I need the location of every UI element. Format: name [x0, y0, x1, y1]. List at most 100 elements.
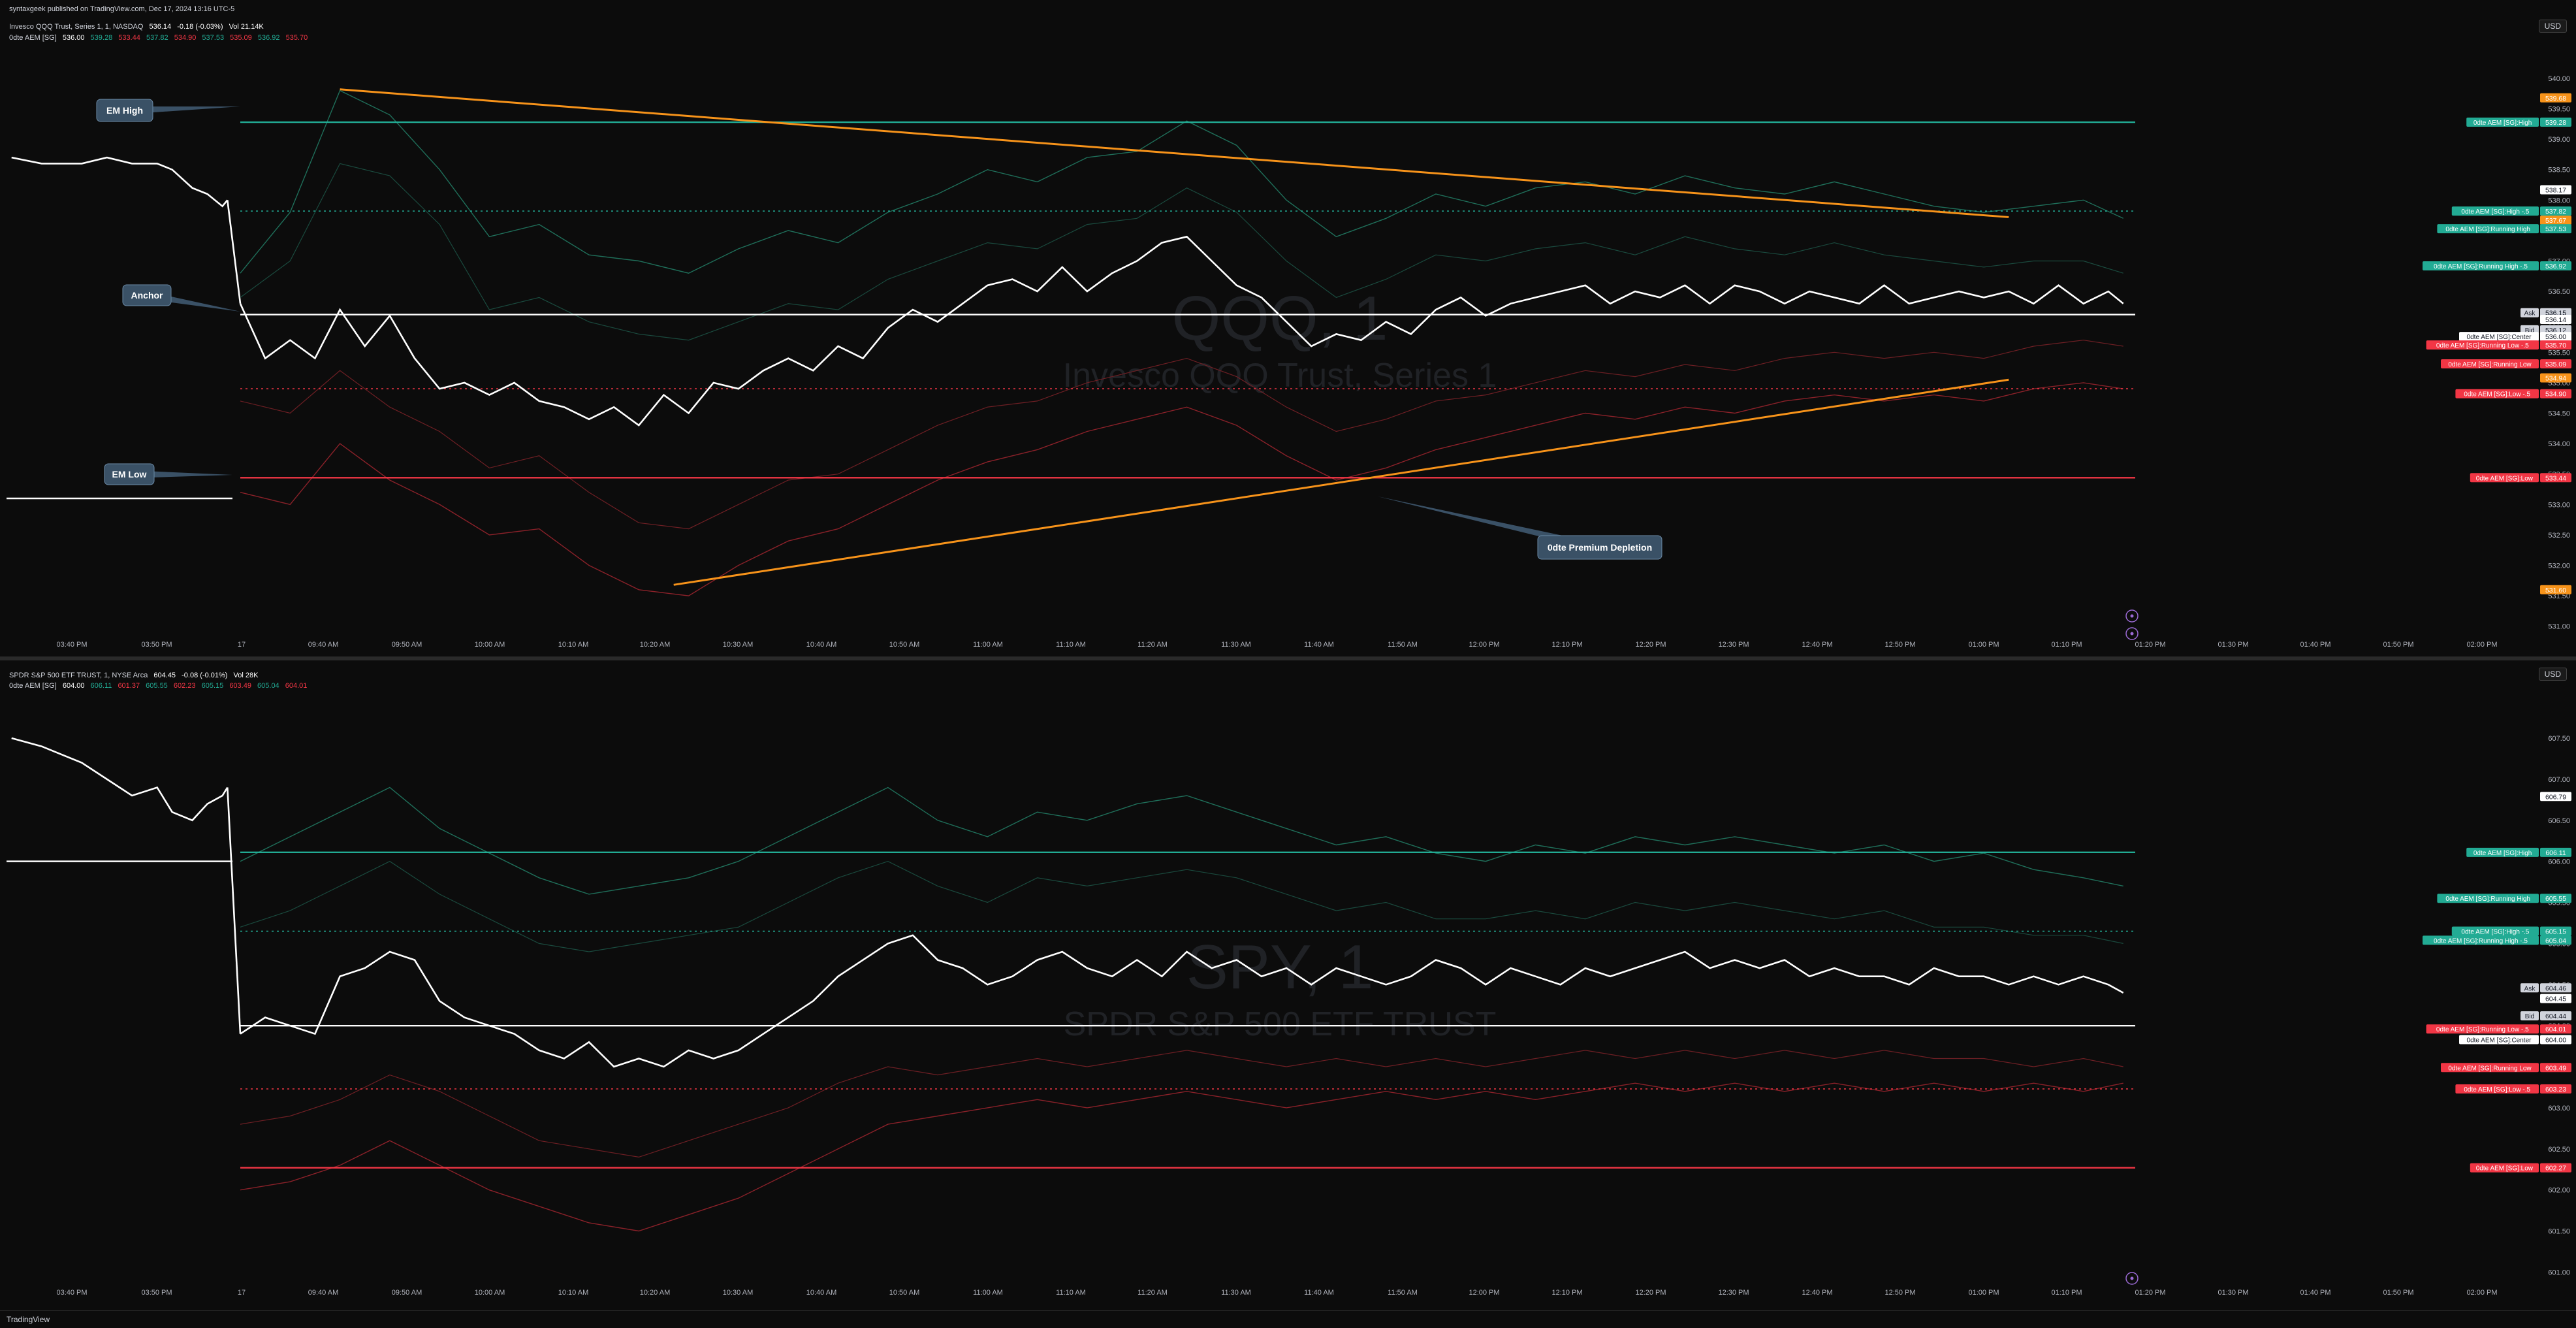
spy-x-tick: 01:20 PM	[2135, 1289, 2165, 1297]
qqq-x-tick: 02:00 PM	[2466, 641, 2497, 649]
qqq-x-tick: 11:20 AM	[1137, 641, 1168, 649]
qqq-x-tick: 01:00 PM	[1968, 641, 1999, 649]
spy-x-tick: 11:20 AM	[1137, 1289, 1168, 1297]
qqq-x-tick: 12:00 PM	[1469, 641, 1499, 649]
qqq-price-tag-value: 537.53	[2545, 225, 2566, 233]
charts-canvas[interactable]: QQQ, 1Invesco QQQ Trust, Series 1531.005…	[0, 0, 2576, 1327]
spy-x-tick: 10:20 AM	[640, 1289, 670, 1297]
spy-price-tag-value: 605.04	[2545, 937, 2566, 945]
qqq-y-tick: 538.00	[2548, 197, 2570, 204]
spy-x-tick: 11:40 AM	[1304, 1289, 1334, 1297]
qqq-series-price-prior	[11, 156, 229, 208]
spy-price-tag-label: 0dte AEM [SG]:High -.5	[2461, 929, 2529, 936]
qqq-x-tick: 10:00 AM	[475, 641, 505, 649]
spy-series-price	[240, 934, 2124, 1068]
qqq-y-tick: 531.00	[2548, 623, 2570, 631]
spy-price-tag-label: 0dte AEM [SG]:Running High -.5	[2434, 937, 2528, 945]
spy-x-tick: 12:30 PM	[1718, 1289, 1749, 1297]
qqq-price-tag-value: 535.09	[2545, 361, 2566, 368]
spy-series-running-high-half	[240, 860, 2123, 952]
spy-price-tag-value: 604.45	[2545, 996, 2566, 1003]
qqq-x-tick: 12:40 PM	[1802, 641, 1832, 649]
spy-price-tag-value: 604.46	[2545, 984, 2566, 992]
qqq-trendline-lower	[673, 378, 2009, 586]
spy-x-tick: 01:50 PM	[2383, 1289, 2413, 1297]
spy-x-tick: 09:40 AM	[308, 1289, 338, 1297]
spy-x-tick: 11:50 AM	[1388, 1289, 1418, 1297]
spy-x-tick: 12:10 PM	[1551, 1289, 1582, 1297]
qqq-x-tick: 01:40 PM	[2300, 641, 2330, 649]
spy-y-tick: 602.00	[2548, 1187, 2570, 1195]
spy-y-tick: 602.50	[2548, 1146, 2570, 1154]
qqq-price-tag-label: 0dte AEM [SG]:Running Low -.5	[2436, 342, 2529, 349]
spy-x-tick: 10:30 AM	[723, 1289, 753, 1297]
qqq-chart: QQQ, 1Invesco QQQ Trust, Series 1531.005…	[0, 75, 2576, 660]
qqq-x-tick: 10:30 AM	[723, 641, 753, 649]
qqq-price-tag-value: 538.17	[2545, 186, 2566, 194]
qqq-x-tick: 11:10 AM	[1056, 641, 1086, 649]
spy-y-tick: 606.00	[2548, 858, 2570, 866]
qqq-x-tick: 09:50 AM	[392, 641, 422, 649]
qqq-series-running-low	[240, 382, 2123, 596]
qqq-x-tick: 03:40 PM	[56, 641, 87, 649]
qqq-trendline-upper	[340, 88, 2009, 218]
spy-y-tick: 603.00	[2548, 1105, 2570, 1112]
spy-x-tick: 10:50 AM	[889, 1289, 919, 1297]
qqq-y-tick: 539.00	[2548, 136, 2570, 144]
spy-price-tag-value: 605.55	[2545, 895, 2566, 903]
qqq-x-tick: 09:40 AM	[308, 641, 338, 649]
spy-y-tick: 601.50	[2548, 1228, 2570, 1236]
spy-price-tag-value: 604.01	[2545, 1026, 2566, 1033]
qqq-price-tag-label: Ask	[2524, 310, 2536, 317]
qqq-series-running-high	[240, 89, 2123, 274]
qqq-y-tick: 539.50	[2548, 106, 2570, 114]
spy-price-tag-value: 602.27	[2545, 1165, 2566, 1173]
spy-x-tick: 12:20 PM	[1635, 1289, 1666, 1297]
qqq-price-tag-value: 535.70	[2545, 342, 2566, 349]
qqq-price-tag-value: 536.14	[2545, 316, 2566, 324]
spy-price-tag-label: Ask	[2524, 985, 2536, 992]
qqq-session-gap-line	[227, 200, 242, 304]
spy-price-tag-label: 0dte AEM [SG]:Running High	[2445, 896, 2530, 903]
spy-x-tick: 03:40 PM	[56, 1289, 87, 1297]
qqq-x-tick: 12:30 PM	[1718, 641, 1749, 649]
spy-x-tick: 10:00 AM	[475, 1289, 505, 1297]
spy-x-tick: 02:00 PM	[2466, 1289, 2497, 1297]
spy-x-tick: 11:30 AM	[1221, 1289, 1251, 1297]
spy-y-tick: 606.50	[2548, 817, 2570, 825]
qqq-x-tick: 03:50 PM	[141, 641, 172, 649]
qqq-y-tick: 532.00	[2548, 562, 2570, 570]
qqq-price-tag-label: 0dte AEM [SG]:Center	[2467, 334, 2532, 341]
qqq-y-tick: 540.00	[2548, 75, 2570, 83]
qqq-x-tick: 12:10 PM	[1551, 641, 1582, 649]
qqq-price-tag-value: 537.82	[2545, 208, 2566, 216]
spy-x-tick: 03:50 PM	[141, 1289, 172, 1297]
qqq-price-tag-value: 536.00	[2545, 333, 2566, 341]
spy-x-tick: 01:10 PM	[2051, 1289, 2082, 1297]
qqq-price-tag-value: 539.28	[2545, 119, 2566, 127]
qqq-price-tag-value: 536.92	[2545, 263, 2566, 270]
qqq-x-tick: 12:20 PM	[1635, 641, 1666, 649]
qqq-x-tick: 10:40 AM	[806, 641, 836, 649]
tradingview-brand: TradingView	[7, 1315, 50, 1324]
qqq-x-tick: 01:50 PM	[2383, 641, 2413, 649]
spy-price-tag-label: 0dte AEM [SG]:Low	[2476, 1165, 2534, 1173]
qqq-x-tick: 17	[238, 641, 246, 649]
spy-x-tick: 10:40 AM	[806, 1289, 836, 1297]
qqq-x-tick: 11:50 AM	[1388, 641, 1418, 649]
qqq-x-tick: 11:40 AM	[1304, 641, 1334, 649]
qqq-callout-text: EM Low	[112, 469, 147, 479]
spy-x-tick: 01:00 PM	[1968, 1289, 1999, 1297]
qqq-price-tag-value: 537.67	[2545, 217, 2566, 225]
qqq-x-tick: 01:30 PM	[2218, 641, 2248, 649]
spy-price-tag-label: 0dte AEM [SG]:High	[2473, 850, 2532, 857]
spy-price-tag-value: 606.11	[2545, 849, 2566, 857]
qqq-x-tick: 10:10 AM	[558, 641, 588, 649]
qqq-watermark-symbol: QQQ, 1	[1172, 283, 1388, 353]
spy-y-tick: 607.50	[2548, 735, 2570, 743]
qqq-y-tick: 532.50	[2548, 532, 2570, 540]
spy-price-tag-label: 0dte AEM [SG]:Running Low	[2448, 1065, 2532, 1072]
spy-x-tick: 12:40 PM	[1802, 1289, 1832, 1297]
qqq-price-tag-value: 534.90	[2545, 391, 2566, 398]
spy-series-running-low-half	[240, 1050, 2123, 1158]
